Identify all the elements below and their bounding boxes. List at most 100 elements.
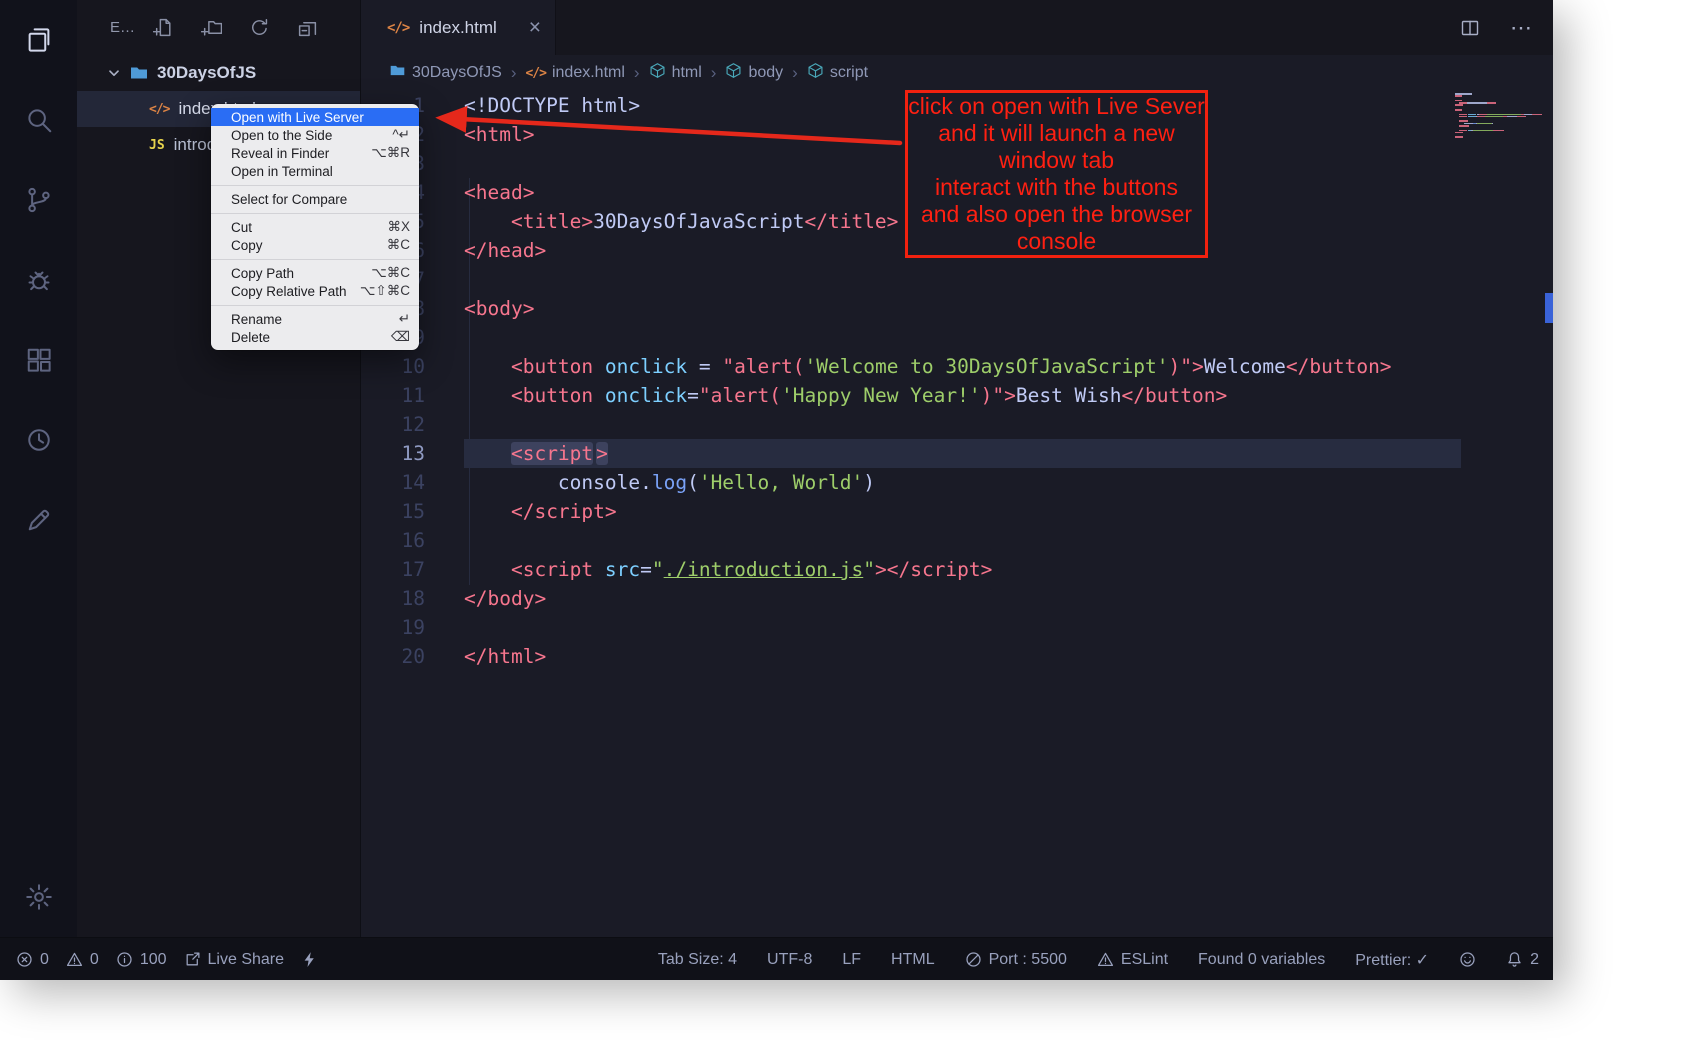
menu-item-copy-relative-path[interactable]: Copy Relative Path⌥⇧⌘C: [211, 282, 419, 300]
tab-label: index.html: [419, 18, 496, 38]
annotation-box: click on open with Live Severand it will…: [905, 90, 1208, 258]
chevron-down-icon: [107, 66, 121, 80]
collapse-all-icon[interactable]: [297, 17, 318, 38]
html-file-icon: </>: [149, 102, 169, 117]
breadcrumb-body[interactable]: body: [725, 62, 783, 84]
status-bar: 00 100 Live Share Tab Size: 4 UTF-8 LF HTML Po…: [0, 937, 1553, 980]
settings-icon[interactable]: [0, 857, 77, 937]
status-100[interactable]: 100: [116, 951, 167, 969]
split-editor-icon[interactable]: [1460, 18, 1480, 38]
code-line-15[interactable]: 15 </script>: [361, 497, 1553, 526]
code-line-20[interactable]: 20</html>: [361, 642, 1553, 671]
line-number: 14: [361, 468, 425, 497]
html-file-icon: </>: [525, 66, 545, 81]
pen-icon[interactable]: [0, 480, 77, 560]
menu-item-delete[interactable]: Delete⌫: [211, 328, 419, 346]
menu-item-open-to-the-side[interactable]: Open to the Side^↵: [211, 126, 419, 144]
menu-item-open-with-live-server[interactable]: Open with Live Server: [211, 108, 419, 126]
source-control-icon[interactable]: [0, 160, 77, 240]
search-icon[interactable]: [0, 80, 77, 160]
code-line-18[interactable]: 18</body>: [361, 584, 1553, 613]
line-number: 20: [361, 642, 425, 671]
code-line-12[interactable]: 12: [361, 410, 1553, 439]
smiley-icon: [1459, 951, 1476, 968]
status-2[interactable]: 2: [1506, 951, 1539, 969]
status-label: UTF-8: [767, 951, 812, 969]
status-0[interactable]: 0: [16, 951, 49, 969]
editor-actions: ⋯: [1460, 0, 1553, 55]
menu-item-open-in-terminal[interactable]: Open in Terminal: [211, 162, 419, 180]
explorer-title: E…: [110, 19, 135, 36]
history-icon[interactable]: [0, 400, 77, 480]
html-file-icon: </>: [387, 20, 409, 36]
warning-icon: [66, 951, 83, 968]
status-0[interactable]: 0: [66, 951, 99, 969]
status-port-5500[interactable]: Port : 5500: [965, 951, 1067, 969]
menu-item-cut[interactable]: Cut⌘X: [211, 218, 419, 236]
menu-separator: [211, 185, 419, 186]
context-menu: Open with Live ServerOpen to the Side^↵R…: [211, 104, 419, 350]
code-line-17[interactable]: 17 <script src="./introduction.js"></scr…: [361, 555, 1553, 584]
status-eslint[interactable]: ESLint: [1097, 951, 1168, 969]
status-label: 0: [40, 951, 49, 969]
menu-item-copy-path[interactable]: Copy Path⌥⌘C: [211, 264, 419, 282]
close-icon[interactable]: ×: [529, 17, 541, 38]
line-number: 11: [361, 381, 425, 410]
status-live-share[interactable]: Live Share: [184, 951, 285, 969]
info-icon: [116, 951, 133, 968]
status-smiley[interactable]: [1459, 951, 1476, 968]
refresh-icon[interactable]: [249, 17, 270, 38]
more-actions-icon[interactable]: ⋯: [1510, 15, 1533, 41]
status-prettier-[interactable]: Prettier: ✓: [1355, 950, 1429, 970]
tab-index-html[interactable]: </> index.html ×: [361, 0, 556, 55]
annotation-line: click on open with Live Sever: [908, 93, 1205, 120]
status-label: HTML: [891, 951, 935, 969]
new-file-icon[interactable]: [153, 17, 174, 38]
status-left: 00 100 Live Share: [16, 951, 318, 969]
code-line-13[interactable]: 13 <script>: [361, 439, 1553, 468]
line-number: 12: [361, 410, 425, 439]
breadcrumb-separator: ›: [792, 63, 798, 83]
debug-icon[interactable]: [0, 240, 77, 320]
annotation-line: interact with the buttons: [908, 174, 1205, 201]
explorer-icon[interactable]: [0, 0, 77, 80]
port-icon: [965, 951, 982, 968]
status-utf-8[interactable]: UTF-8: [767, 951, 812, 969]
minimap[interactable]: [1455, 93, 1545, 139]
status-label: Prettier: ✓: [1355, 950, 1429, 970]
status-found-0-variables[interactable]: Found 0 variables: [1198, 951, 1325, 969]
breadcrumb-html[interactable]: html: [649, 62, 702, 84]
status-bolt[interactable]: [301, 951, 318, 968]
breadcrumb-separator: ›: [711, 63, 717, 83]
status-label: LF: [842, 951, 861, 969]
menu-item-rename[interactable]: Rename↵: [211, 310, 419, 328]
breadcrumb-30daysofjs[interactable]: 30DaysOfJS: [389, 62, 502, 84]
code-line-11[interactable]: 11 <button onclick="alert('Happy New Yea…: [361, 381, 1553, 410]
symbol-cube-icon: [807, 62, 824, 84]
status-tab-size-4[interactable]: Tab Size: 4: [658, 951, 737, 969]
code-line-8[interactable]: 8<body>: [361, 294, 1553, 323]
new-folder-icon[interactable]: [201, 17, 222, 38]
status-html[interactable]: HTML: [891, 951, 935, 969]
bell-icon: [1506, 951, 1523, 968]
menu-item-copy[interactable]: Copy⌘C: [211, 236, 419, 254]
code-line-14[interactable]: 14 console.log('Hello, World'): [361, 468, 1553, 497]
breadcrumb-index-html[interactable]: </>index.html: [525, 64, 624, 82]
breadcrumb-script[interactable]: script: [807, 62, 868, 84]
warning-icon: [1097, 951, 1114, 968]
code-line-16[interactable]: 16: [361, 526, 1553, 555]
menu-item-select-for-compare[interactable]: Select for Compare: [211, 190, 419, 208]
menu-item-reveal-in-finder[interactable]: Reveal in Finder⌥⌘R: [211, 144, 419, 162]
code-line-7[interactable]: 7: [361, 265, 1553, 294]
status-label: Tab Size: 4: [658, 951, 737, 969]
code-line-9[interactable]: 9: [361, 323, 1553, 352]
status-lf[interactable]: LF: [842, 951, 861, 969]
code-line-10[interactable]: 10 <button onclick = "alert('Welcome to …: [361, 352, 1553, 381]
breadcrumb-separator: ›: [511, 63, 517, 83]
line-number: 17: [361, 555, 425, 584]
bolt-icon: [301, 951, 318, 968]
extensions-icon[interactable]: [0, 320, 77, 400]
folder-row-30daysofjs[interactable]: 30DaysOfJS: [77, 55, 360, 91]
code-line-19[interactable]: 19: [361, 613, 1553, 642]
error-icon: [16, 951, 33, 968]
